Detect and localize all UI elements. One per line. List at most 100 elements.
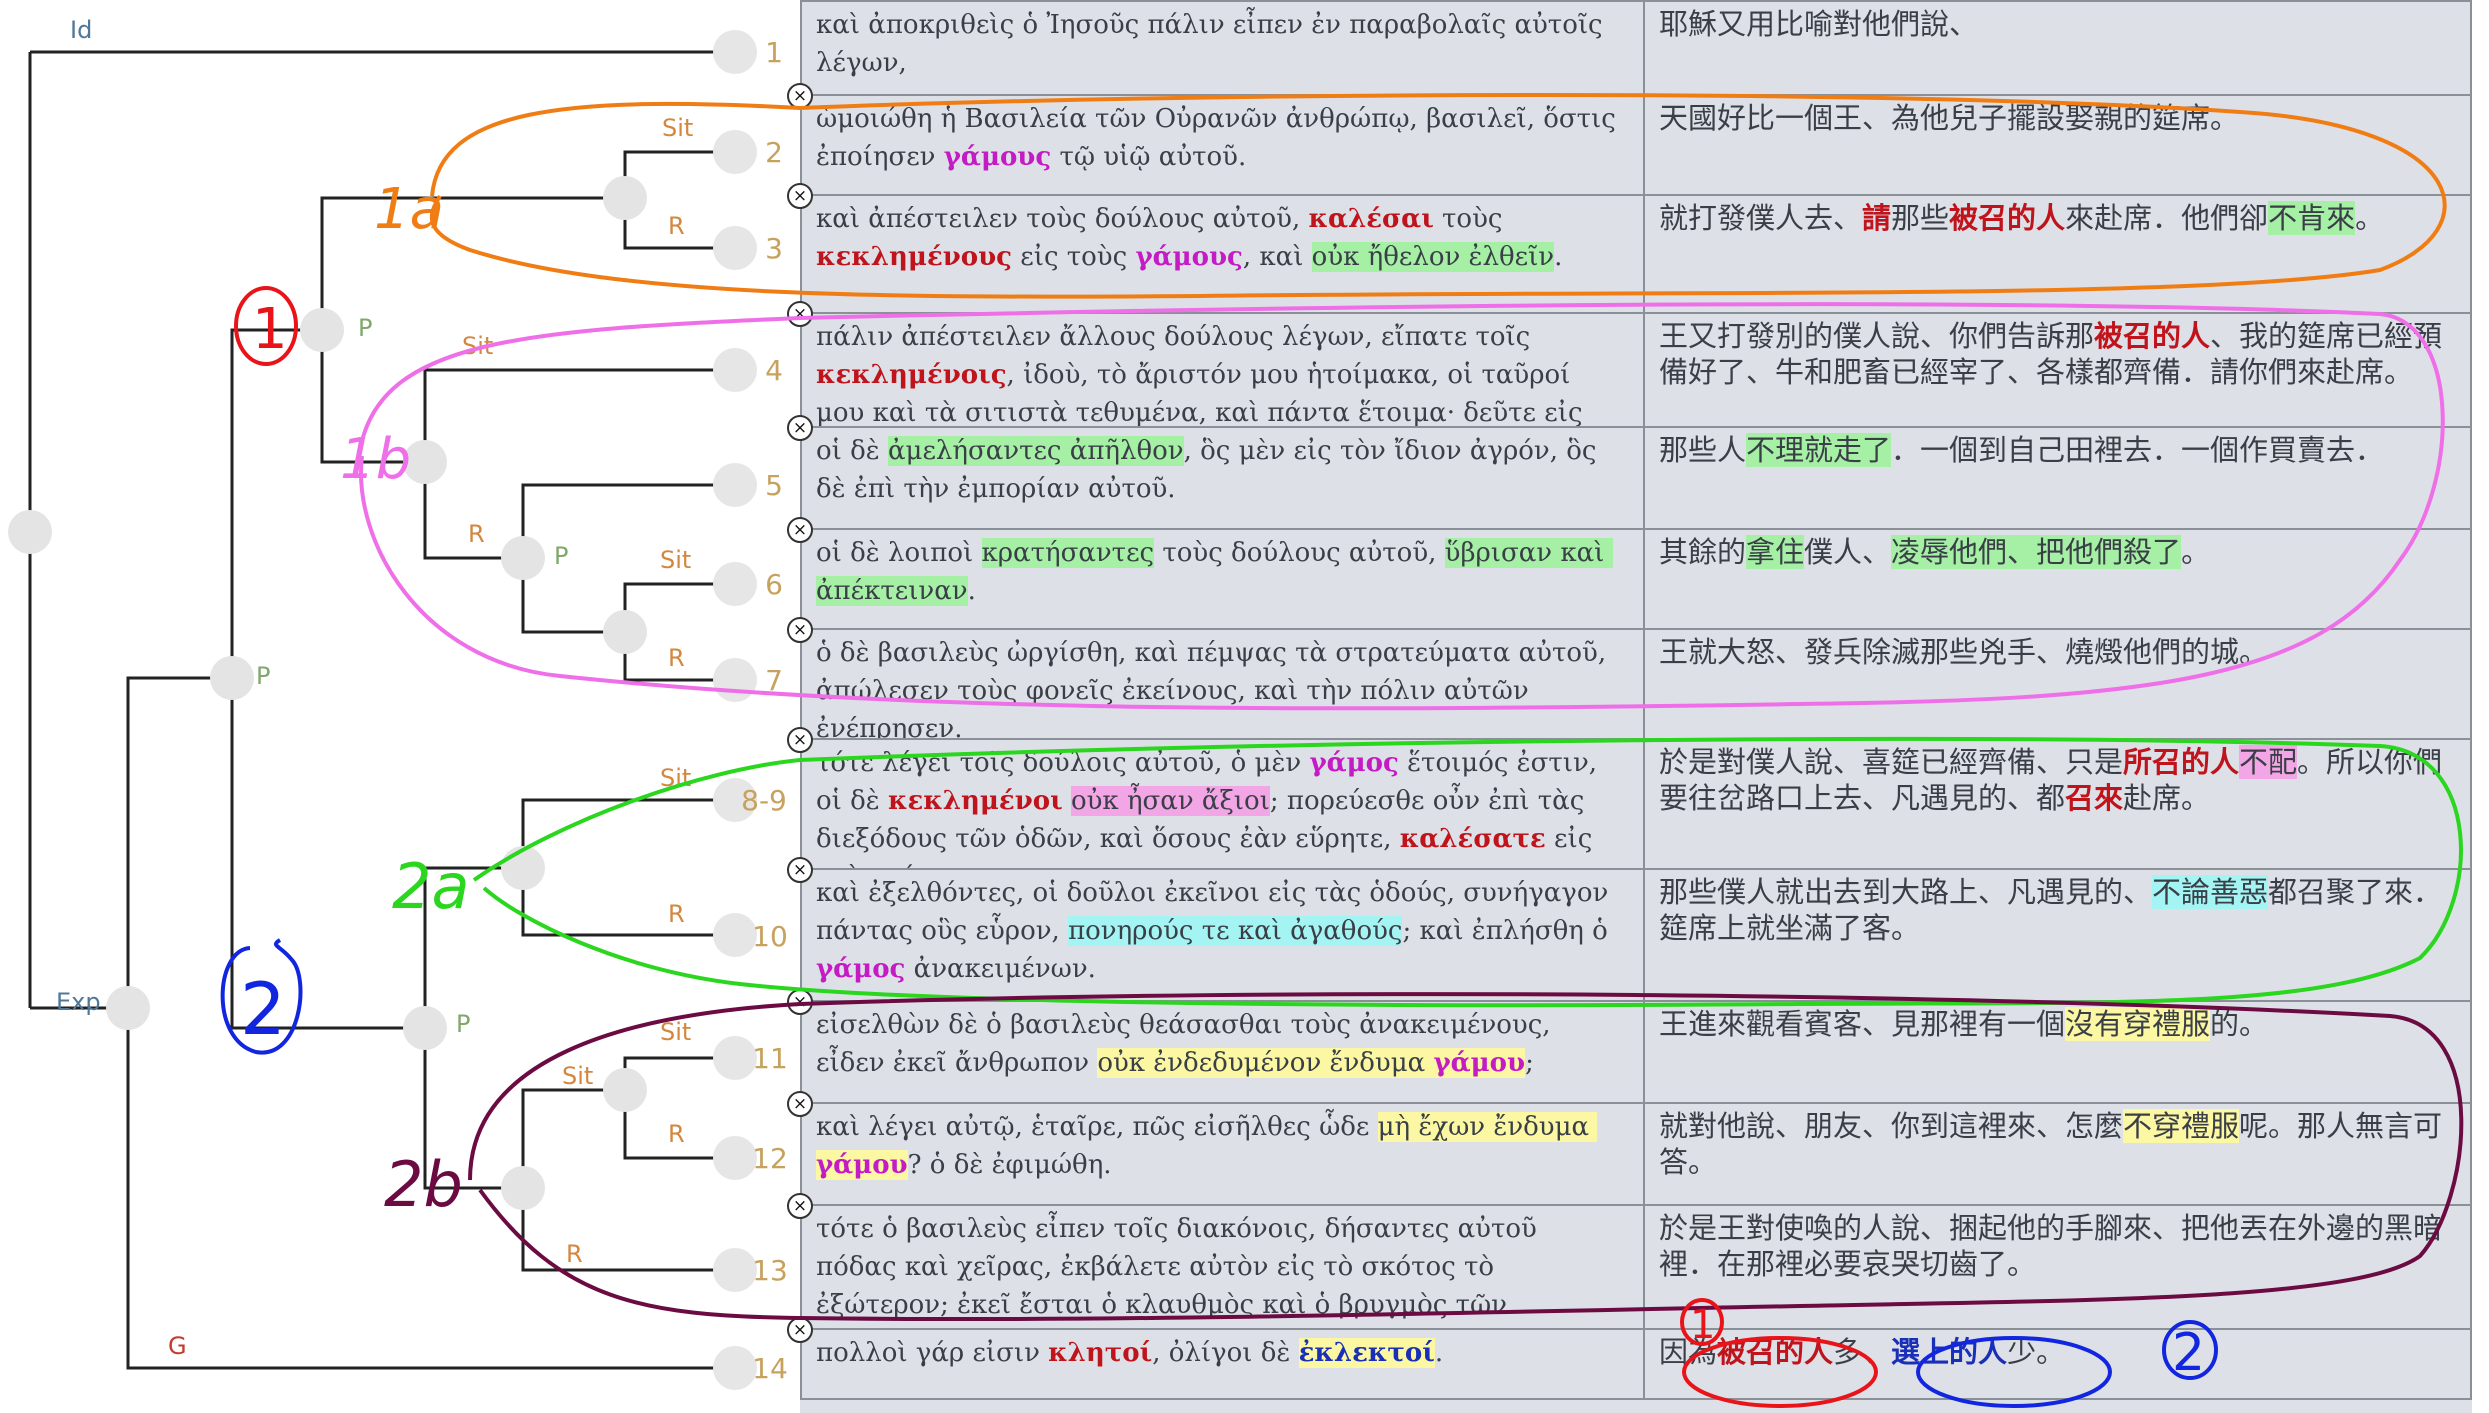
- tree-node-exp[interactable]: [106, 986, 150, 1030]
- chinese-text-cell: 因為被召的人多、選上的人少。: [1645, 1330, 2472, 1398]
- text-segment: 。: [2355, 201, 2385, 235]
- tree-node-2b[interactable]: [501, 1166, 545, 1210]
- close-icon[interactable]: ×: [787, 727, 813, 753]
- greek-text-cell: οἱ δὲ λοιποὶ κρατήσαντες τοὺς δούλους αὐ…: [800, 530, 1645, 628]
- verse-row: οἱ δὲ λοιποὶ κρατήσαντες τοὺς δούλους αὐ…: [800, 530, 2472, 630]
- verse-row: καὶ ἀπέστειλεν τοὺς δούλους αὐτοῦ, καλέσ…: [800, 196, 2472, 314]
- highlighted-phrase: πονηρούς τε καὶ ἀγαθούς: [1068, 916, 1403, 946]
- close-icon[interactable]: ×: [787, 1317, 813, 1343]
- text-segment: 赴席。: [2123, 781, 2211, 815]
- greek-text-cell: τότε λέγει τοῖς δούλοις αὐτοῦ, ὁ μὲν γάμ…: [800, 740, 1645, 868]
- verse-table: καὶ ἀποκριθεὶς ὁ Ἰησοῦς πάλιν εἶπεν ἐν π…: [800, 0, 2472, 1413]
- text-segment: τῷ υἱῷ αὐτοῦ.: [1051, 142, 1247, 172]
- text-segment: , καὶ: [1242, 242, 1312, 272]
- text-segment: ὁ δὲ βασιλεὺς ὠργίσθη, καὶ πέμψας τὰ στρ…: [816, 638, 1615, 738]
- text-segment: , ὀλίγοι δὲ: [1152, 1338, 1299, 1368]
- text-segment: 來赴席．他們卻: [2065, 201, 2269, 235]
- text-segment: 多、: [1833, 1335, 1892, 1369]
- close-icon[interactable]: ×: [787, 301, 813, 327]
- text-segment: 僕人、: [1804, 535, 1892, 569]
- text-segment: 那些人: [1659, 433, 1747, 467]
- text-segment: ; καὶ ἐπλήσθη ὁ: [1402, 916, 1617, 946]
- close-icon[interactable]: ×: [787, 1193, 813, 1219]
- close-icon[interactable]: ×: [787, 617, 813, 643]
- text-segment: ἀνακειμένων.: [905, 954, 1096, 984]
- node-label-r: R: [668, 1120, 685, 1148]
- tree-node-p1[interactable]: [300, 308, 344, 352]
- greek-text-cell: ὡμοιώθη ἡ Βασιλεία τῶν Οὐρανῶν ἀνθρώπῳ, …: [800, 96, 1645, 194]
- node-label-r: R: [668, 212, 685, 240]
- tree-node-8-10[interactable]: [501, 846, 545, 890]
- text-segment: τότε λέγει τοῖς δούλοις αὐτοῦ, ὁ μὲν: [816, 748, 1310, 778]
- text-segment: 。: [2181, 535, 2211, 569]
- text-segment: 王又打發別的僕人說、你們告訴那: [1659, 319, 2095, 353]
- close-icon[interactable]: ×: [787, 1091, 813, 1117]
- close-icon[interactable]: ×: [787, 183, 813, 209]
- highlighted-phrase: 請: [1862, 201, 1892, 235]
- text-segment: ? ὁ δὲ ἐφιμώθη.: [907, 1150, 1112, 1180]
- text-segment: 王就大怒、發兵除滅那些兇手、燒燬他們的城。: [1659, 635, 2269, 669]
- close-icon[interactable]: ×: [787, 415, 813, 441]
- text-segment: καὶ ἀποκριθεὶς ὁ Ἰησοῦς πάλιν εἶπεν ἐν π…: [816, 10, 1611, 78]
- node-label-id: Id: [70, 16, 93, 44]
- text-segment: εἰς τοὺς: [1012, 242, 1136, 272]
- text-segment: 就對他說、朋友、你到這裡來、怎麼: [1659, 1109, 2124, 1143]
- tree-node-2-3[interactable]: [603, 176, 647, 220]
- node-label-sit: Sit: [662, 114, 694, 142]
- text-segment: οἱ δὲ λοιποὶ: [816, 538, 982, 568]
- highlighted-phrase: κεκλημένοις: [816, 360, 1007, 390]
- node-label-r: R: [668, 900, 685, 928]
- highlighted-phrase: οὐκ ἦσαν ἄξιοι: [1070, 786, 1270, 816]
- highlighted-phrase: 凌辱他們、把他們殺了: [1891, 535, 2182, 569]
- highlighted-phrase: γάμου: [1433, 1048, 1526, 1078]
- tree-node-p2[interactable]: [403, 1006, 447, 1050]
- text-segment: πολλοὶ γάρ εἰσιν: [816, 1338, 1049, 1368]
- highlighted-phrase: 拿住: [1746, 535, 1805, 569]
- verse-number: 2: [765, 136, 783, 169]
- close-icon[interactable]: ×: [787, 857, 813, 883]
- verse-row: πολλοὶ γάρ εἰσιν κλητοί, ὀλίγοι δὲ ἐκλεκ…: [800, 1330, 2472, 1400]
- tree-node-p-main[interactable]: [210, 656, 254, 700]
- close-icon[interactable]: ×: [787, 83, 813, 109]
- close-icon[interactable]: ×: [787, 989, 813, 1015]
- node-label-r: R: [468, 520, 485, 548]
- greek-text-cell: οἱ δὲ ἀμελήσαντες ἀπῆλθον, ὃς μὲν εἰς τὸ…: [800, 428, 1645, 528]
- highlighted-phrase: 所召的人: [2123, 745, 2240, 779]
- text-segment: 其餘的: [1659, 535, 1747, 569]
- text-segment: .: [967, 576, 976, 606]
- text-segment: 那些僕人就出去到大路上、凡遇見的、: [1659, 875, 2153, 909]
- node-label-sit: Sit: [660, 764, 692, 792]
- chinese-text-cell: 於是王對使喚的人說、捆起他的手腳來、把他丟在外邊的黑暗裡．在那裡必要哀哭切齒了。: [1645, 1206, 2472, 1328]
- verse-number: 5: [765, 469, 783, 502]
- greek-text-cell: εἰσελθὼν δὲ ὁ βασιλεὺς θεάσασθαι τοὺς ἀν…: [800, 1002, 1645, 1102]
- highlighted-phrase: κεκλημένους: [816, 242, 1013, 272]
- text-segment: καὶ λέγει αὐτῷ, ἑταῖρε, πῶς εἰσῆλθες ὧδε: [816, 1112, 1378, 1142]
- highlighted-phrase: 不肯來: [2268, 201, 2356, 235]
- verse-row: εἰσελθὼν δὲ ὁ βασιλεὺς θεάσασθαι τοὺς ἀν…: [800, 1002, 2472, 1104]
- tree-node-5-7[interactable]: [501, 536, 545, 580]
- text-segment: 那些: [1891, 201, 1950, 235]
- tree-node-11-12[interactable]: [603, 1068, 647, 1112]
- chinese-text-cell: 那些人不理就走了．一個到自己田裡去．一個作買賣去．: [1645, 428, 2472, 528]
- highlighted-phrase: καλέσαι: [1308, 204, 1434, 234]
- verse-number: 6: [765, 568, 783, 601]
- highlighted-phrase: οὐκ ἤθελον ἐλθεῖν: [1311, 242, 1555, 272]
- node-label-p: P: [256, 662, 271, 690]
- tree-node-1b[interactable]: [403, 440, 447, 484]
- node-label-p: P: [358, 314, 373, 342]
- verse-number: 3: [765, 232, 783, 265]
- highlighted-phrase: 不配: [2239, 745, 2298, 779]
- text-segment: [1063, 786, 1071, 816]
- chinese-text-cell: 就對他說、朋友、你到這裡來、怎麼不穿禮服呢。那人無言可答。: [1645, 1104, 2472, 1204]
- node-label-r: R: [668, 644, 685, 672]
- highlighted-phrase: γάμους: [1135, 242, 1243, 272]
- highlighted-phrase: οὐκ ἐνδεδυμένον ἔνδυμα: [1097, 1048, 1434, 1078]
- text-segment: τοὺς δούλους αὐτοῦ,: [1154, 538, 1445, 568]
- verse-number: 14: [752, 1352, 788, 1385]
- tree-node-root[interactable]: [8, 510, 52, 554]
- close-icon[interactable]: ×: [787, 517, 813, 543]
- tree-node-6-7[interactable]: [603, 610, 647, 654]
- verse-number: 12: [752, 1142, 788, 1175]
- text-segment: 的。: [2210, 1007, 2269, 1041]
- text-segment: τότε ὁ βασιλεὺς εἶπεν τοῖς διακόνοις, δή…: [816, 1214, 1537, 1320]
